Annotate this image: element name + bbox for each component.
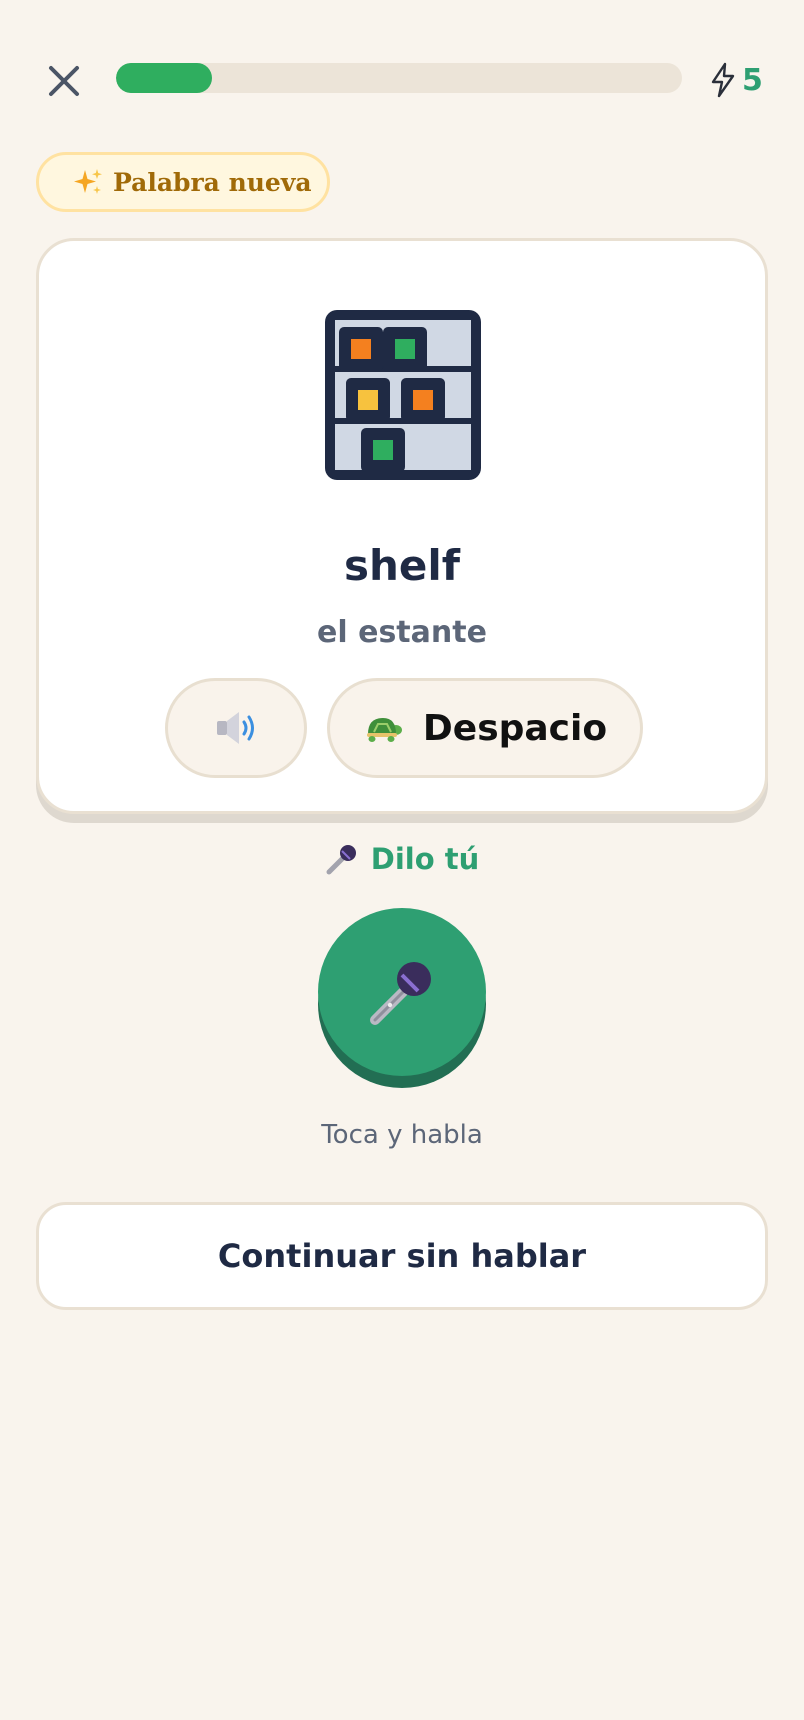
close-icon — [49, 66, 79, 96]
word-translation: el estante — [317, 615, 487, 650]
continue-without-speaking-button[interactable]: Continuar sin hablar — [36, 1202, 768, 1310]
speaker-icon — [217, 712, 254, 744]
record-button[interactable] — [318, 908, 486, 1088]
say-it-heading: Dilo tú — [0, 842, 804, 876]
lesson-header: 5 — [0, 0, 804, 160]
microphone-icon — [370, 962, 431, 1025]
shelf-icon — [325, 310, 481, 480]
turtle-icon — [366, 718, 402, 742]
lesson-progress-bar — [116, 63, 682, 93]
progress-fill — [116, 63, 213, 93]
target-word: shelf — [343, 541, 461, 590]
new-word-badge: Palabra nueva — [36, 152, 330, 212]
play-audio-button[interactable] — [165, 678, 307, 778]
sparkles-icon — [74, 169, 102, 194]
energy-count: 5 — [742, 62, 763, 98]
word-card: shelf el estante Despacio — [36, 238, 768, 814]
microphone-icon — [326, 845, 356, 875]
lightning-icon — [711, 62, 735, 98]
close-button[interactable] — [36, 56, 92, 106]
continue-label: Continuar sin hablar — [217, 1237, 587, 1275]
slow-audio-button[interactable]: Despacio — [327, 678, 643, 778]
energy-counter: 5 — [710, 56, 763, 104]
badge-label: Palabra nueva — [113, 167, 312, 197]
say-it-label: Dilo tú — [370, 842, 480, 876]
tap-and-speak-hint: Toca y habla — [321, 1120, 483, 1150]
slow-label: Despacio — [422, 707, 608, 749]
